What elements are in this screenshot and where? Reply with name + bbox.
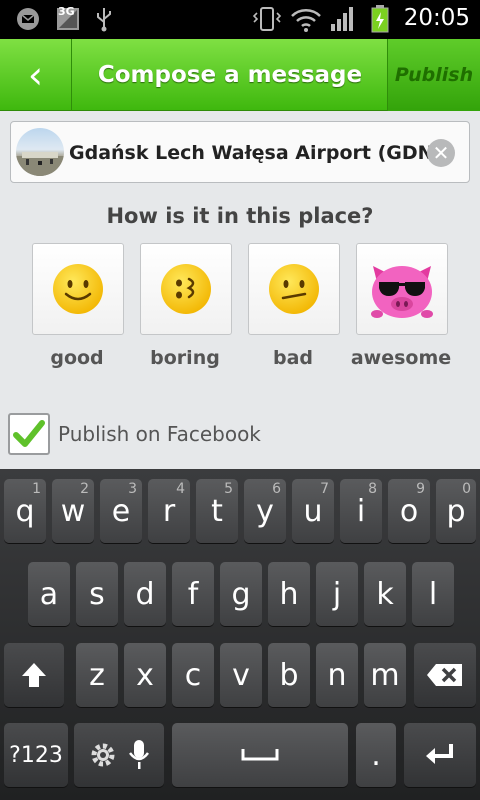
vibrate-icon — [252, 6, 282, 32]
key-r[interactable]: r4 — [148, 479, 190, 543]
gear-icon — [91, 743, 115, 767]
publish-button[interactable]: Publish — [387, 39, 480, 111]
wifi-icon — [290, 6, 322, 32]
smiley-bored-icon — [161, 264, 211, 314]
key-w[interactable]: w2 — [52, 479, 94, 543]
clock: 20:05 — [403, 5, 470, 31]
mood-question: How is it in this place? — [106, 204, 374, 228]
key-u[interactable]: u7 — [292, 479, 334, 543]
period-key[interactable]: . — [356, 723, 396, 787]
key-f[interactable]: f — [172, 562, 214, 626]
mood-boring-label: boring — [150, 347, 220, 369]
shift-arrow-icon — [22, 663, 46, 687]
smiley-happy-icon — [53, 264, 103, 314]
enter-arrow-icon — [426, 744, 453, 764]
key-k[interactable]: k — [364, 562, 406, 626]
key-t[interactable]: t5 — [196, 479, 238, 543]
mood-bad-button[interactable] — [248, 243, 340, 335]
place-thumbnail — [16, 128, 64, 176]
mood-boring-button[interactable] — [140, 243, 232, 335]
pig-sunglasses-icon — [371, 266, 433, 318]
battery-charging-icon — [370, 5, 390, 33]
facebook-checkbox[interactable] — [8, 413, 50, 455]
compose-content: Gdańsk Lech Wałęsa Airport (GDN) ✕ How i… — [0, 111, 480, 469]
usb-icon — [94, 6, 114, 32]
key-j[interactable]: j — [316, 562, 358, 626]
network-3g-icon: 3G — [56, 5, 80, 32]
chevron-left-icon: ‹ — [27, 53, 44, 97]
key-p[interactable]: p0 — [436, 479, 476, 543]
key-d[interactable]: d — [124, 562, 166, 626]
enter-key[interactable] — [404, 723, 476, 787]
key-n[interactable]: n — [316, 643, 358, 707]
title-bar: ‹ Compose a message Publish — [0, 39, 480, 111]
place-name: Gdańsk Lech Wałęsa Airport (GDN) — [69, 142, 443, 164]
shift-key[interactable] — [4, 643, 64, 707]
key-b[interactable]: b — [268, 643, 310, 707]
key-e[interactable]: e3 — [100, 479, 142, 543]
back-button[interactable]: ‹ — [0, 39, 72, 111]
key-h[interactable]: h — [268, 562, 310, 626]
status-bar: 3G 20:05 — [0, 0, 480, 39]
space-bar-icon — [241, 749, 279, 761]
key-v[interactable]: v — [220, 643, 262, 707]
space-key[interactable] — [172, 723, 348, 787]
gmail-icon — [14, 6, 42, 32]
smiley-sad-icon — [269, 264, 319, 314]
key-a[interactable]: a — [28, 562, 70, 626]
checkmark-icon — [13, 420, 45, 447]
backspace-key[interactable] — [414, 643, 476, 707]
key-c[interactable]: c — [172, 643, 214, 707]
mood-awesome-button[interactable] — [356, 243, 448, 335]
key-m[interactable]: m — [364, 643, 406, 707]
key-z[interactable]: z — [76, 643, 118, 707]
settings-voice-key[interactable] — [74, 723, 164, 787]
mood-bad-label: bad — [272, 347, 314, 369]
key-i[interactable]: i8 — [340, 479, 382, 543]
microphone-icon — [129, 740, 149, 769]
symbols-key[interactable]: ?123 — [4, 723, 68, 787]
signal-icon — [330, 6, 356, 32]
backspace-icon — [427, 664, 462, 686]
key-x[interactable]: x — [124, 643, 166, 707]
facebook-checkbox-label[interactable]: Publish on Facebook — [58, 413, 261, 455]
key-s[interactable]: s — [76, 562, 118, 626]
page-title: Compose a message — [97, 62, 363, 88]
mood-awesome-label: awesome — [350, 347, 452, 369]
key-l[interactable]: l — [412, 562, 454, 626]
mood-good-button[interactable] — [32, 243, 124, 335]
soft-keyboard: q1 w2 e3 r4 t5 y6 u7 i8 o9 p0 a s d f g … — [0, 469, 480, 800]
clear-place-button[interactable]: ✕ — [427, 139, 455, 167]
key-o[interactable]: o9 — [388, 479, 430, 543]
key-y[interactable]: y6 — [244, 479, 286, 543]
key-g[interactable]: g — [220, 562, 262, 626]
place-card[interactable]: Gdańsk Lech Wałęsa Airport (GDN) ✕ — [10, 121, 470, 183]
key-q[interactable]: q1 — [4, 479, 46, 543]
mood-good-label: good — [50, 347, 104, 369]
